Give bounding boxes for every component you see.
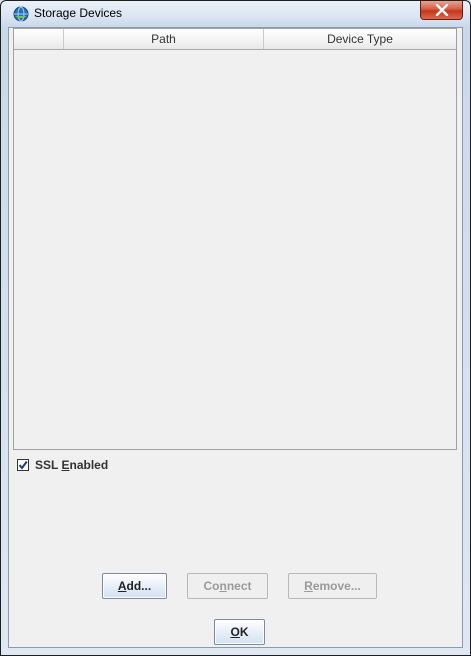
storage-devices-window: Storage Devices Path Device Type SSL Ena… <box>0 0 471 656</box>
storage-devices-table[interactable]: Path Device Type <box>13 28 457 450</box>
ssl-enabled-option[interactable]: SSL Enabled <box>17 457 108 473</box>
close-button[interactable] <box>420 1 463 20</box>
remove-button[interactable]: Remove... <box>288 573 377 599</box>
ssl-enabled-checkbox[interactable] <box>17 459 29 471</box>
ssl-enabled-label: SSL Enabled <box>35 458 109 472</box>
connect-button[interactable]: Connect <box>187 573 268 599</box>
table-body[interactable] <box>14 50 456 449</box>
column-header-select[interactable] <box>14 29 64 49</box>
column-header-device-type[interactable]: Device Type <box>264 29 456 49</box>
ok-button[interactable]: OK <box>214 619 265 645</box>
dialog-content: Path Device Type SSL Enabled Add... Conn… <box>8 27 463 648</box>
table-header: Path Device Type <box>14 29 456 50</box>
storage-globe-icon <box>13 6 29 22</box>
checkmark-icon <box>18 460 28 470</box>
column-header-path[interactable]: Path <box>64 29 264 49</box>
title-bar[interactable]: Storage Devices <box>1 1 470 27</box>
close-x-icon <box>435 4 449 16</box>
window-title: Storage Devices <box>34 6 123 20</box>
add-button[interactable]: Add... <box>102 573 167 599</box>
